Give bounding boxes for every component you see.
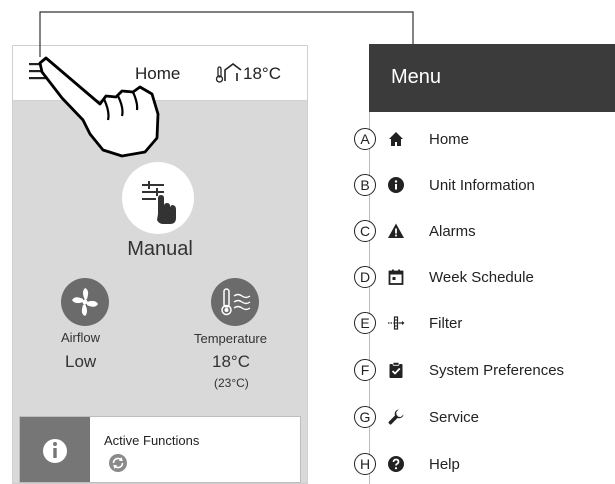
calendar-icon [388,269,404,285]
manual-mode-icon [142,181,176,224]
temperature-button[interactable] [211,278,259,326]
airflow-label: Airflow [61,330,101,345]
device-screen: Home 18°C Manual Airflow Low Temperature… [12,45,308,484]
menu-item-label: Filter [429,315,463,332]
clipboard-check-icon [389,361,403,378]
menu-item-alarms[interactable]: C Alarms [354,220,615,250]
menu-item-unit-information[interactable]: B Unit Information [354,174,615,204]
filter-icon [388,316,405,330]
airflow-button[interactable] [61,278,109,326]
menu-item-label: Home [429,131,470,148]
menu-item-system-preferences[interactable]: F System Preferences [354,359,615,389]
menu-item-label: Service [429,409,480,426]
menu-icon[interactable] [27,60,51,84]
home-icon [389,132,403,146]
temperature-value: 18°C [212,352,250,371]
menu-title: Menu [391,66,442,88]
active-functions-sidebar [20,417,90,482]
wrench-icon [388,409,404,425]
menu-item-label: Help [429,456,460,473]
temperature-setpoint: (23°C) [214,376,249,390]
warning-icon [388,223,404,238]
callout-label: D [354,266,376,288]
menu-item-service[interactable]: G Service [354,406,615,436]
menu-item-filter[interactable]: E Filter [354,312,615,342]
info-icon [43,439,67,463]
mode-label: Manual [127,238,193,260]
callout-label: H [354,453,376,475]
menu-item-label: Unit Information [429,177,535,194]
airflow-value: Low [65,352,97,371]
help-icon [388,456,404,472]
menu-header: Menu [369,44,615,112]
callout-label: E [354,312,376,334]
callout-label: F [354,359,376,381]
menu-item-label: Week Schedule [429,269,534,286]
fan-icon [72,288,98,316]
menu-item-help[interactable]: H Help [354,453,615,483]
active-functions-label: Active Functions [104,433,200,448]
sync-icon [109,454,127,472]
callout-label: G [354,406,376,428]
callout-label: A [354,128,376,150]
menu-item-label: Alarms [429,223,476,240]
top-bar: Home 18°C [13,46,307,101]
active-functions-panel[interactable]: Active Functions [19,416,301,483]
callout-label: C [354,220,376,242]
info-icon [388,177,404,193]
page-title: Home [135,64,181,83]
outdoor-thermometer-icon [215,63,242,83]
outdoor-temperature: 18°C [243,64,281,83]
temperature-label: Temperature [194,331,267,346]
menu-item-week-schedule[interactable]: D Week Schedule [354,266,615,296]
callout-label: B [354,174,376,196]
menu-item-home[interactable]: A Home [354,128,615,158]
menu-item-label: System Preferences [429,362,565,379]
thermometer-heat-icon [221,288,251,316]
mode-button[interactable] [122,162,194,234]
